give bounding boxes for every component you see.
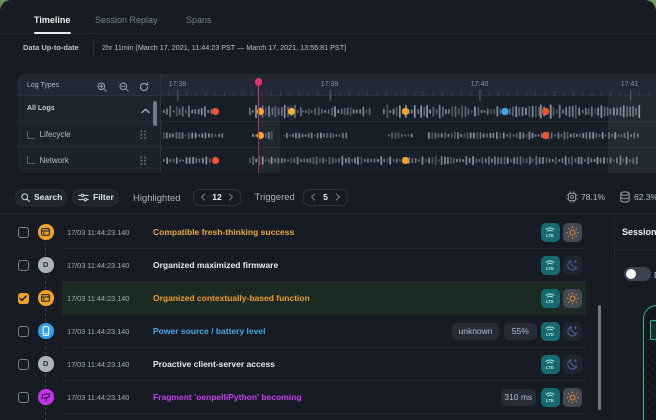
svg-text:LTE: LTE bbox=[546, 299, 554, 304]
svg-text:LTE: LTE bbox=[546, 398, 554, 403]
svg-text:LTE: LTE bbox=[546, 332, 554, 337]
svg-text:LTE: LTE bbox=[546, 233, 554, 238]
svg-text:LTE: LTE bbox=[546, 365, 554, 370]
svg-text:LTE: LTE bbox=[546, 266, 554, 271]
